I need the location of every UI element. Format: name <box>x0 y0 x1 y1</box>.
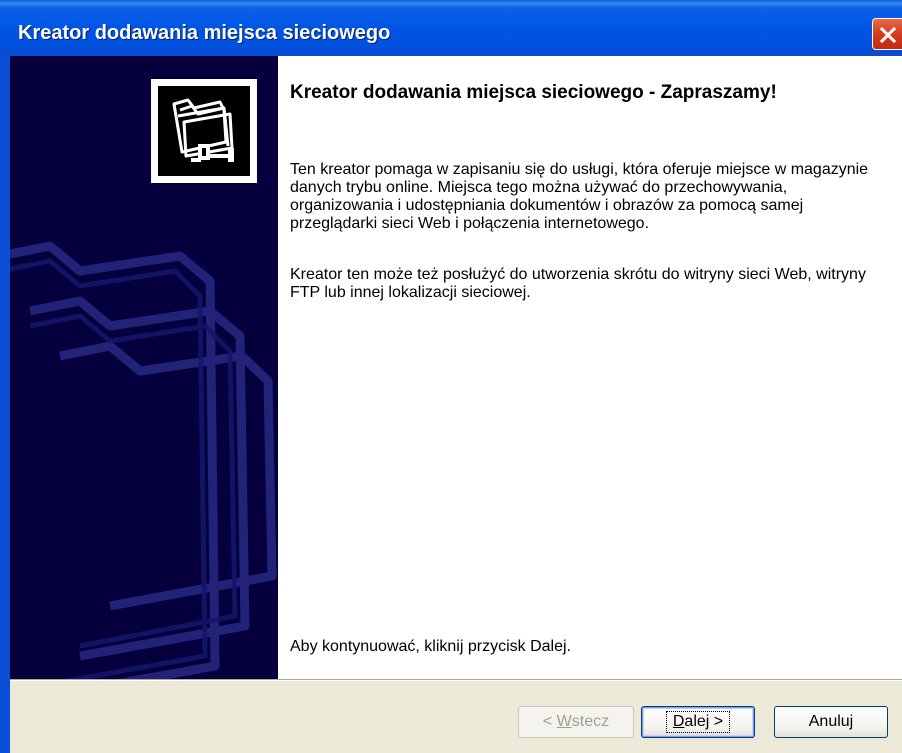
cancel-button[interactable]: Anuluj <box>774 706 888 738</box>
title-bar[interactable]: Kreator dodawania miejsca sieciowego <box>0 0 902 56</box>
close-button[interactable] <box>872 18 902 50</box>
shortcut-paragraph: Kreator ten może też posłużyć do utworze… <box>290 266 866 301</box>
back-button[interactable]: < Wstecz <box>518 706 634 738</box>
wizard-content: Kreator dodawania miejsca sieciowego - Z… <box>10 56 902 679</box>
network-place-icon-frame <box>151 79 257 183</box>
window-frame-left <box>0 56 10 753</box>
page-title: Kreator dodawania miejsca sieciowego - Z… <box>290 82 777 103</box>
network-folder-icon <box>172 98 234 162</box>
next-button[interactable]: Dalej > <box>641 706 755 738</box>
next-button-label: alej > <box>684 713 724 730</box>
intro-paragraph: Ten kreator pomaga w zapisaniu się do us… <box>290 161 869 232</box>
back-button-label: stecz <box>571 713 610 730</box>
back-button-mnemonic: W <box>556 713 572 730</box>
back-button-prefix: < <box>542 713 557 730</box>
next-button-focus: Dalej > <box>665 711 731 733</box>
wizard-sidebar <box>10 56 278 679</box>
close-icon <box>879 26 897 44</box>
wizard-window: Kreator dodawania miejsca sieciowego Kre… <box>0 0 902 753</box>
next-button-mnemonic: D <box>672 713 685 730</box>
window-title: Kreator dodawania miejsca sieciowego <box>18 22 391 44</box>
continue-instruction: Aby kontynuować, kliknij przycisk Dalej. <box>290 638 571 655</box>
button-divider <box>10 679 902 681</box>
